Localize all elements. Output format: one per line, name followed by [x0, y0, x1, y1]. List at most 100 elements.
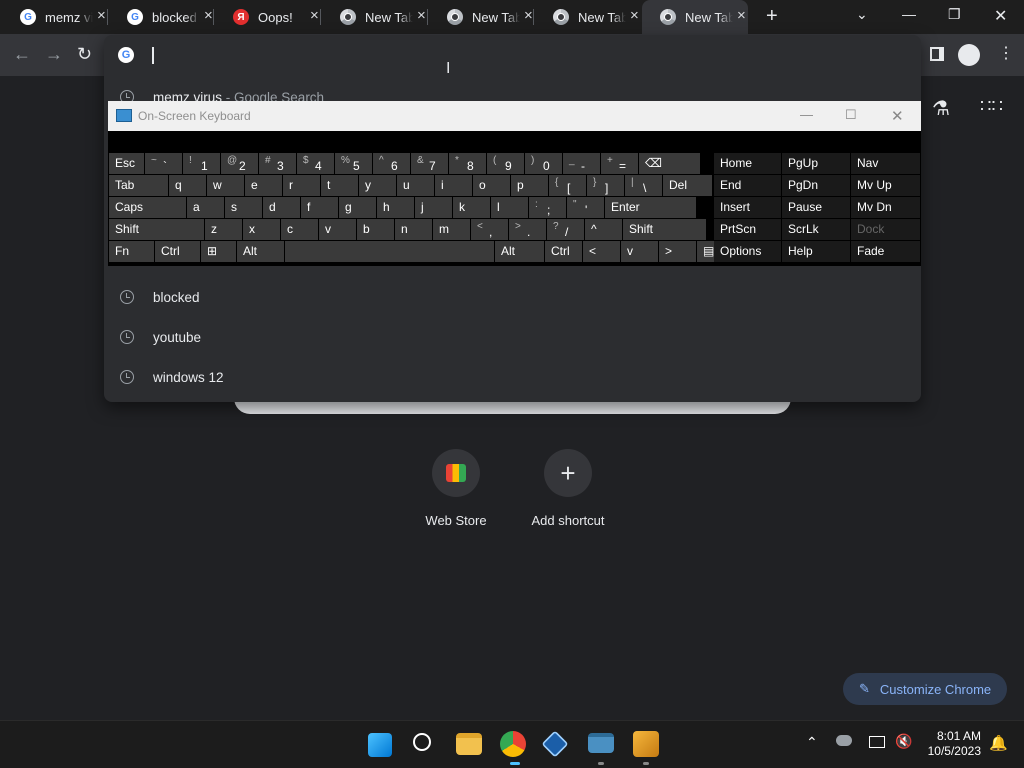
osk-taskbar-icon[interactable]	[588, 733, 614, 753]
osk-key[interactable]: :;	[529, 197, 566, 218]
osk-key[interactable]: r	[283, 175, 320, 196]
notification-bell-icon[interactable]: 🔔	[989, 734, 1008, 752]
osk-key[interactable]: k	[453, 197, 490, 218]
volume-muted-icon[interactable]: 🔇	[895, 733, 912, 750]
osk-key[interactable]: <,	[471, 219, 508, 240]
tab-close-icon[interactable]: ×	[630, 8, 639, 24]
osk-key[interactable]: ? /	[547, 219, 584, 240]
osk-key[interactable]: Enter	[605, 197, 696, 218]
osk-key[interactable]: ! 1	[183, 153, 220, 174]
onedrive-icon[interactable]	[836, 735, 852, 746]
new-tab-button[interactable]: +	[766, 5, 778, 28]
osk-key[interactable]: f	[301, 197, 338, 218]
osk-nav-key[interactable]: Home	[714, 153, 781, 174]
tab[interactable]: New Tab ×	[322, 0, 428, 34]
reload-button[interactable]: ↻	[77, 44, 92, 65]
osk-key[interactable]: j	[415, 197, 452, 218]
tab-close-icon[interactable]: ×	[204, 8, 213, 24]
osk-key[interactable]: & 7	[411, 153, 448, 174]
osk-key[interactable]: " '	[567, 197, 604, 218]
tab[interactable]: New Tab ×	[535, 0, 641, 34]
osk-key[interactable]: Tab	[109, 175, 168, 196]
tab-close-icon[interactable]: ×	[417, 8, 426, 24]
osk-key[interactable]: y	[359, 175, 396, 196]
search-icon[interactable]	[413, 733, 431, 751]
osk-key[interactable]: u	[397, 175, 434, 196]
osk-key[interactable]: ^	[585, 219, 622, 240]
osk-key[interactable]: g	[339, 197, 376, 218]
tab[interactable]: New Tab ×	[642, 0, 748, 34]
osk-nav-key[interactable]: End	[714, 175, 781, 196]
back-button[interactable]: ←	[13, 44, 31, 65]
osk-nav-key[interactable]: Dock	[851, 219, 920, 240]
osk-key[interactable]: ⌫	[639, 153, 700, 174]
osk-key[interactable]: #3	[259, 153, 296, 174]
tab[interactable]: Gblocked - Google Search×	[109, 0, 215, 34]
osk-key[interactable]: l	[491, 197, 528, 218]
osk-key[interactable]: ~ `	[145, 153, 182, 174]
osk-nav-key[interactable]: Help	[782, 241, 850, 262]
osk-key[interactable]: v	[319, 219, 356, 240]
osk-minimize-button[interactable]: —	[800, 107, 813, 122]
tab-close-icon[interactable]: ×	[737, 8, 746, 24]
osk-key[interactable]: m	[433, 219, 470, 240]
osk-key[interactable]: @2	[221, 153, 258, 174]
osk-key[interactable]: b	[357, 219, 394, 240]
osk-key[interactable]: d	[263, 197, 300, 218]
forward-button[interactable]: →	[45, 44, 63, 65]
virtualbox-icon[interactable]	[541, 730, 569, 758]
osk-title-bar[interactable]: On-Screen Keyboard — ☐ ✕	[108, 101, 921, 131]
network-icon[interactable]	[869, 736, 885, 748]
osk-key[interactable]: _ -	[563, 153, 600, 174]
osk-key[interactable]: >	[659, 241, 696, 262]
osk-key[interactable]: Esc	[109, 153, 144, 174]
chevron-up-icon[interactable]: ⌃	[806, 734, 818, 751]
labs-icon[interactable]: ⚗	[932, 96, 950, 121]
tab[interactable]: Я Oops! ×	[215, 0, 321, 34]
osk-key[interactable]: Shift	[623, 219, 706, 240]
osk-key[interactable]: Fn	[109, 241, 154, 262]
osk-key[interactable]: Alt	[237, 241, 284, 262]
customize-chrome-button[interactable]: ✎ Customize Chrome	[843, 673, 1007, 705]
osk-key[interactable]: n	[395, 219, 432, 240]
shortcut-web-store[interactable]: Web Store	[411, 449, 501, 528]
maximize-button[interactable]: ❐	[948, 6, 961, 23]
osk-key[interactable]: Del	[663, 175, 712, 196]
tab-search-icon[interactable]: ⌄	[856, 6, 868, 23]
start-icon[interactable]	[368, 733, 392, 757]
apps-grid-icon[interactable]: ∷∷	[980, 96, 1003, 117]
osk-key[interactable]: % 5	[335, 153, 372, 174]
osk-maximize-button[interactable]: ☐	[845, 107, 857, 123]
osk-key[interactable]: ^ 6	[373, 153, 410, 174]
osk-key[interactable]: s	[225, 197, 262, 218]
suggestion-item[interactable]: windows 12	[104, 357, 921, 397]
osk-nav-key[interactable]: PgDn	[782, 175, 850, 196]
clock[interactable]: 8:01 AM 10/5/2023	[921, 729, 981, 759]
osk-key[interactable]: $4	[297, 153, 334, 174]
osk-nav-key[interactable]: Mv Up	[851, 175, 920, 196]
osk-nav-key[interactable]: PrtScn	[714, 219, 781, 240]
suggestion-item[interactable]: youtube	[104, 317, 921, 357]
osk-key[interactable]: z	[205, 219, 242, 240]
osk-key[interactable]: a	[187, 197, 224, 218]
osk-key[interactable]: {[	[549, 175, 586, 196]
osk-nav-key[interactable]: Mv Dn	[851, 197, 920, 218]
profile-avatar[interactable]	[958, 44, 980, 66]
osk-key[interactable]: Caps	[109, 197, 186, 218]
close-window-button[interactable]: ✕	[994, 6, 1007, 26]
tab[interactable]: Gmemz virus - Google Search×	[2, 0, 108, 34]
osk-key[interactable]: <	[583, 241, 620, 262]
minimize-button[interactable]: —	[902, 6, 916, 22]
osk-key[interactable]: e	[245, 175, 282, 196]
osk-key[interactable]: i	[435, 175, 472, 196]
osk-key[interactable]: p	[511, 175, 548, 196]
osk-nav-key[interactable]: Nav	[851, 153, 920, 174]
osk-nav-key[interactable]: Fade	[851, 241, 920, 262]
osk-key[interactable]: + =	[601, 153, 638, 174]
osk-key[interactable]: o	[473, 175, 510, 196]
osk-key[interactable]: v	[621, 241, 658, 262]
osk-key[interactable]: t	[321, 175, 358, 196]
omnibox-input[interactable]	[152, 47, 154, 64]
file-explorer-icon[interactable]	[456, 733, 482, 755]
osk-key[interactable]: ) 0	[525, 153, 562, 174]
